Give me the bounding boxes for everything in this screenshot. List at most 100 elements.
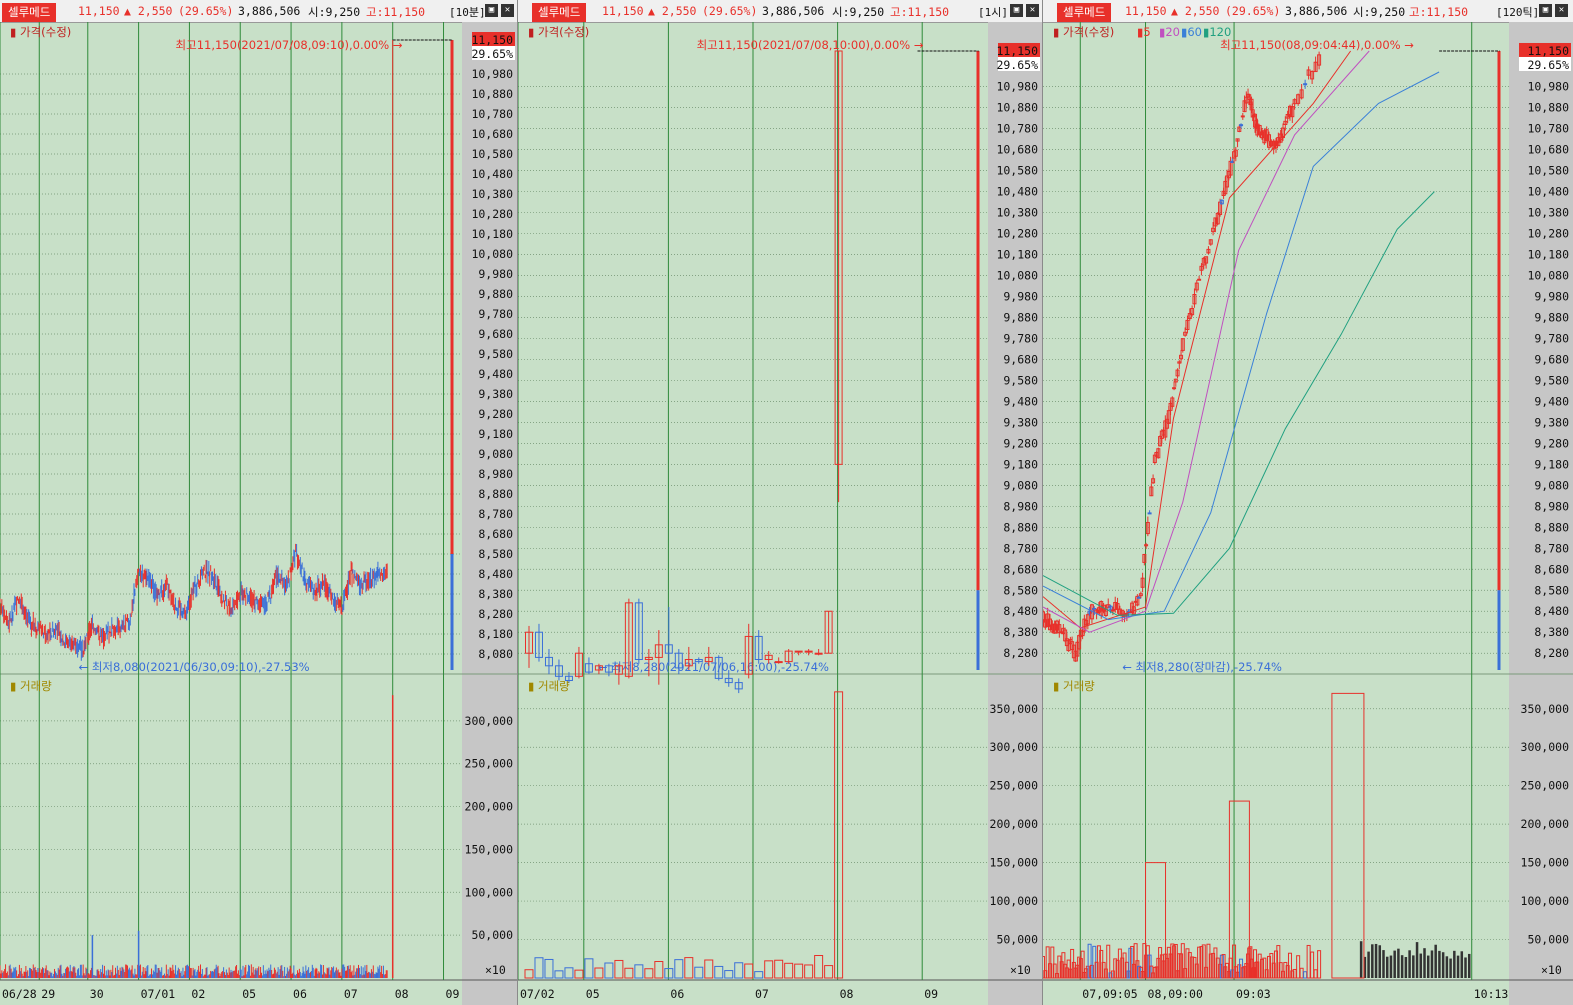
price-tick-label: 10,280: [1527, 227, 1569, 241]
volume-bar: [574, 969, 584, 979]
candle-body: [774, 661, 783, 664]
price-tick-label: 9,880: [478, 287, 513, 301]
panel-titlebar: 셀루메드 11,150 ▲ 2,550 (29.65%) 3,886,506 시…: [1043, 0, 1573, 23]
price-tick-label: 9,680: [1534, 352, 1569, 366]
volume-bar: [694, 966, 704, 979]
high-annotation: 최고11,150(2021/07/08,09:10),0.00% →: [176, 38, 403, 52]
volume-bar: [624, 967, 634, 979]
volume-bar: [1441, 952, 1445, 978]
price-tick-label: 10,180: [471, 227, 513, 241]
candle-body: [1239, 124, 1244, 127]
price-tick-label: 9,480: [1534, 394, 1569, 408]
price-tick-label: 9,180: [478, 427, 513, 441]
volume-bar: [564, 967, 574, 979]
period-label[interactable]: [120틱]: [1496, 4, 1539, 20]
price-tick-label: 8,480: [1003, 604, 1038, 618]
volume-unit-label: ×10: [1541, 963, 1562, 977]
moving-average-line: [1043, 50, 1370, 633]
volume-pane-title: ▮ 거래량: [528, 679, 570, 693]
price-tick-label: 9,480: [478, 367, 513, 381]
maximize-icon[interactable]: ▣: [1010, 4, 1023, 17]
chart-svg-1hour[interactable]: 8,280 8,380 8,480 8,580 8,680 8,780 8,880 8,980…: [518, 22, 1042, 1005]
high-price: 고:11,150: [1409, 5, 1469, 19]
volume-bar: [824, 965, 834, 979]
price-tick-label: 9,780: [1534, 331, 1569, 345]
price-tick-label: 8,980: [1534, 499, 1569, 513]
chart-svg-120tick[interactable]: 8,280 8,380 8,480 8,580 8,680 8,780 8,880 8,980…: [1043, 22, 1573, 1005]
x-tick-label: 29: [41, 987, 55, 1001]
volume-bar: [1292, 968, 1297, 979]
stock-name[interactable]: 셀루메드: [532, 3, 587, 22]
volume-bar: [1367, 951, 1370, 978]
volume-bar: [744, 963, 754, 979]
volume-tick-label: 300,000: [990, 740, 1039, 754]
volume-tick-label: 150,000: [1521, 856, 1570, 870]
volume-bar: [1430, 950, 1434, 978]
close-icon[interactable]: ✕: [1026, 4, 1039, 17]
volume-bar: [794, 963, 804, 979]
x-tick-label: 07/02: [520, 987, 555, 1001]
price-pane-title: ▮ 가격(수정): [528, 25, 589, 39]
high-annotation: 최고11,150(2021/07/08,10:00),0.00% →: [697, 38, 924, 52]
volume-bar: [814, 955, 824, 979]
change-rate: (29.65%): [178, 4, 234, 18]
price-tick-label: 8,580: [1534, 583, 1569, 597]
price-tick-label: 10,080: [471, 247, 513, 261]
chart-svg-10min[interactable]: 8,080 8,180 8,280 8,380 8,480 8,580 8,680 8,780…: [0, 22, 517, 1005]
volume-bar: [1389, 955, 1393, 978]
price-tick-label: 8,680: [1534, 562, 1569, 576]
volume-bar: [1374, 943, 1378, 978]
volume-tick-label: 200,000: [1521, 817, 1570, 831]
price-tick-label: 8,780: [1534, 541, 1569, 555]
price-tick-label: 9,180: [1534, 457, 1569, 471]
price-tick-label: 9,480: [1003, 394, 1038, 408]
x-tick-label: 08: [840, 987, 854, 1001]
x-tick-label: 09:03: [1236, 987, 1271, 1001]
panel-titlebar: 셀루메드 11,150 ▲ 2,550 (29.65%) 3,886,506 시…: [0, 0, 517, 23]
close-icon[interactable]: ✕: [501, 4, 514, 17]
chart-panel-120tick[interactable]: 셀루메드 11,150 ▲ 2,550 (29.65%) 3,886,506 시…: [1043, 0, 1573, 1005]
price-tick-label: 10,680: [471, 127, 513, 141]
x-tick-label: 09: [446, 987, 460, 1001]
ma-legend-item: ▮5: [1137, 25, 1151, 39]
volume-tick-label: 150,000: [465, 842, 514, 856]
chart-panel-1hour[interactable]: 셀루메드 11,150 ▲ 2,550 (29.65%) 3,886,506 시…: [518, 0, 1043, 1005]
price-change: ▲ 2,550: [124, 4, 173, 18]
volume-tick-label: 300,000: [465, 714, 514, 728]
price-tick-label: 8,180: [478, 627, 513, 641]
stock-name[interactable]: 셀루메드: [1057, 3, 1112, 22]
maximize-icon[interactable]: ▣: [485, 4, 498, 17]
period-label[interactable]: [10분]: [449, 4, 486, 20]
ma-legend-item: ▮20: [1159, 25, 1180, 39]
period-label[interactable]: [1시]: [978, 4, 1008, 20]
stock-name[interactable]: 셀루메드: [2, 3, 57, 22]
price-tick-label: 9,980: [1003, 289, 1038, 303]
price-tick-label: 10,080: [996, 269, 1038, 283]
volume-bar: [1456, 955, 1460, 978]
volume-pane-title: ▮ 거래량: [10, 679, 52, 693]
high-price: 고:11,150: [890, 5, 950, 19]
volume-bar: [1434, 944, 1437, 978]
price-tick-label: 10,880: [996, 101, 1038, 115]
volume-bar: [1419, 953, 1423, 978]
volume-bar: [584, 958, 594, 979]
volume-bar: [1313, 969, 1318, 979]
price-tick-label: 10,680: [996, 143, 1038, 157]
maximize-icon[interactable]: ▣: [1539, 4, 1552, 17]
volume-bar: [1453, 950, 1456, 978]
volume-bar: [734, 962, 744, 979]
price-tick-label: 8,480: [478, 567, 513, 581]
volume-bar: [674, 959, 684, 979]
volume-bar: [1460, 951, 1464, 978]
volume-bar: [634, 964, 644, 979]
price-tick-label: 9,080: [478, 447, 513, 461]
chart-panel-10min[interactable]: 셀루메드 11,150 ▲ 2,550 (29.65%) 3,886,506 시…: [0, 0, 518, 1005]
volume-tick-label: 250,000: [1521, 779, 1570, 793]
price-tick-label: 10,780: [471, 107, 513, 121]
volume-bar: [1385, 956, 1389, 978]
close-icon[interactable]: ✕: [1555, 4, 1568, 17]
volume-bar: [1426, 955, 1430, 978]
price-tick-label: 10,480: [471, 167, 513, 181]
high-annotation: 최고11,150(08,09:04:44),0.00% →: [1220, 38, 1414, 52]
ma-legend-item: ▮120: [1203, 25, 1231, 39]
